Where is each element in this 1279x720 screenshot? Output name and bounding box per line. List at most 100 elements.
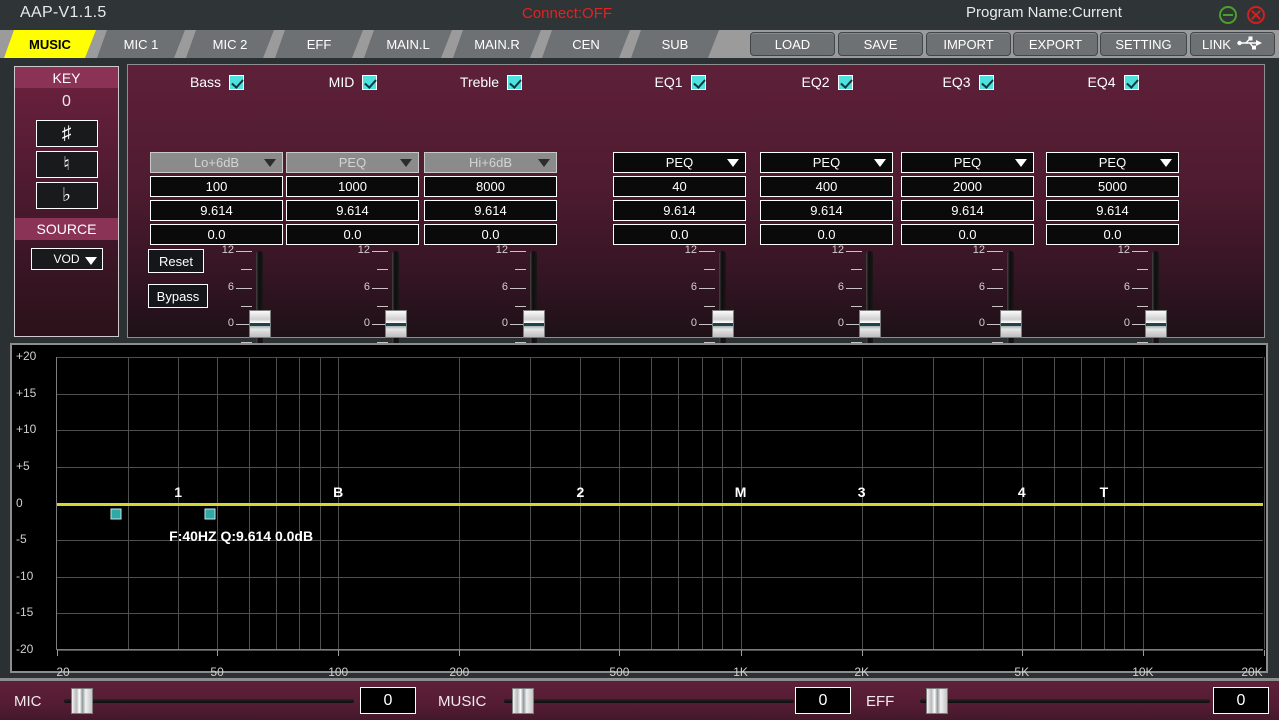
title-bar: AAP-V1.1.5 Connect:OFF Program Name:Curr… (0, 0, 1279, 30)
tab-eff[interactable]: EFF (275, 30, 363, 58)
scale-tick (372, 288, 388, 289)
chevron-down-icon (400, 159, 412, 167)
import-button[interactable]: IMPORT (926, 32, 1011, 56)
scale-label: 12 (959, 244, 985, 256)
close-icon[interactable] (1247, 6, 1265, 24)
band-marker-b[interactable]: B (333, 484, 343, 500)
key-flat-button[interactable]: ♭ (36, 182, 98, 209)
music-value[interactable]: 0 (795, 687, 851, 714)
band-marker-3[interactable]: 3 (858, 484, 866, 500)
load-button[interactable]: LOAD (750, 32, 835, 56)
tab-main-l[interactable]: MAIN.L (364, 30, 452, 58)
setting-button[interactable]: SETTING (1100, 32, 1187, 56)
app-title: AAP-V1.1.5 (20, 4, 107, 22)
slider-thumb[interactable] (523, 310, 545, 338)
band-freq-input[interactable]: 1000 (286, 176, 419, 197)
band-type-select[interactable]: PEQ (286, 152, 419, 173)
band-marker-m[interactable]: M (735, 484, 747, 500)
slider-thumb[interactable] (859, 310, 881, 338)
scale-tick (377, 269, 388, 270)
slider-thumb[interactable] (712, 310, 734, 338)
band-type-select[interactable]: PEQ (760, 152, 893, 173)
eff-slider-label: EFF (866, 693, 894, 710)
tab-cen[interactable]: CEN (542, 30, 630, 58)
bottom-control-bar: MIC0MUSIC0EFF0 (0, 678, 1279, 720)
band-q-input[interactable]: 9.614 (150, 200, 283, 221)
x-axis-tick-label: 10K (1132, 665, 1153, 679)
link-button[interactable]: LINK (1190, 32, 1275, 56)
band-freq-input[interactable]: 5000 (1046, 176, 1179, 197)
band-enable-checkbox[interactable] (229, 75, 244, 90)
band-type-select[interactable]: Lo+6dB (150, 152, 283, 173)
band-q-input[interactable]: 9.614 (1046, 200, 1179, 221)
band-type-select[interactable]: Hi+6dB (424, 152, 557, 173)
band-gain-input[interactable]: 0.0 (150, 224, 283, 245)
export-button[interactable]: EXPORT (1013, 32, 1098, 56)
band-gain-input[interactable]: 0.0 (760, 224, 893, 245)
scale-label: 0 (818, 317, 844, 329)
scale-tick (846, 288, 862, 289)
band-marker-4[interactable]: 4 (1018, 484, 1026, 500)
band-gain-input[interactable]: 0.0 (613, 224, 746, 245)
band-enable-checkbox[interactable] (1124, 75, 1139, 90)
tab-mic-1[interactable]: MIC 1 (97, 30, 185, 58)
band-type-select[interactable]: PEQ (1046, 152, 1179, 173)
band-enable-checkbox[interactable] (362, 75, 377, 90)
band-gain-input[interactable]: 0.0 (286, 224, 419, 245)
slider-thumb[interactable] (1145, 310, 1167, 338)
mic-value[interactable]: 0 (360, 687, 416, 714)
band-enable-checkbox[interactable] (979, 75, 994, 90)
x-axis-tick (57, 650, 58, 656)
band-type-select[interactable]: PEQ (901, 152, 1034, 173)
band-marker-t[interactable]: T (1100, 484, 1109, 500)
band-q-input[interactable]: 9.614 (286, 200, 419, 221)
eff-value[interactable]: 0 (1213, 687, 1269, 714)
band-enable-checkbox[interactable] (691, 75, 706, 90)
band-freq-input[interactable]: 100 (150, 176, 283, 197)
tab-sub[interactable]: SUB (631, 30, 719, 58)
eff-slider-track[interactable] (920, 699, 1210, 703)
scale-tick (1132, 288, 1148, 289)
band-freq-input[interactable]: 40 (613, 176, 746, 197)
band-q-input[interactable]: 9.614 (613, 200, 746, 221)
x-axis-tick-label: 50 (210, 665, 223, 679)
band-freq-input[interactable]: 2000 (901, 176, 1034, 197)
tab-main-r[interactable]: MAIN.R (453, 30, 541, 58)
band-gain-input[interactable]: 0.0 (424, 224, 557, 245)
band-q-input[interactable]: 9.614 (760, 200, 893, 221)
band-freq-input[interactable]: 400 (760, 176, 893, 197)
band-q-input[interactable]: 9.614 (901, 200, 1034, 221)
grid-line-horizontal (57, 394, 1263, 395)
band-marker-1[interactable]: 1 (174, 484, 182, 500)
scale-tick (851, 306, 862, 307)
band-q-input[interactable]: 9.614 (424, 200, 557, 221)
key-natural-button[interactable]: ♮ (36, 151, 98, 178)
band-enable-checkbox[interactable] (838, 75, 853, 90)
save-button[interactable]: SAVE (838, 32, 923, 56)
music-slider-thumb[interactable] (512, 688, 534, 714)
slider-thumb[interactable] (1000, 310, 1022, 338)
band-handle[interactable] (204, 508, 215, 519)
source-select[interactable]: VOD (31, 248, 103, 270)
scale-label: 6 (482, 281, 508, 293)
connect-status: Connect:OFF (522, 5, 612, 22)
band-gain-input[interactable]: 0.0 (901, 224, 1034, 245)
tab-music[interactable]: MUSIC (4, 30, 96, 58)
music-slider-track[interactable] (504, 699, 794, 703)
x-axis-tick (741, 650, 742, 656)
band-freq-input[interactable]: 8000 (424, 176, 557, 197)
band-gain-input[interactable]: 0.0 (1046, 224, 1179, 245)
key-sharp-button[interactable]: ♯ (36, 120, 98, 147)
slider-thumb[interactable] (249, 310, 271, 338)
minimize-icon[interactable] (1219, 6, 1237, 24)
mic-slider-thumb[interactable] (71, 688, 93, 714)
tab-mic-2[interactable]: MIC 2 (186, 30, 274, 58)
slider-thumb[interactable] (385, 310, 407, 338)
eff-slider-thumb[interactable] (926, 688, 948, 714)
plot-area[interactable]: 1B2M34T F:40HZ Q:9.614 0.0dB 20501002005… (56, 357, 1263, 650)
band-enable-checkbox[interactable] (507, 75, 522, 90)
band-handle[interactable] (110, 508, 121, 519)
band-marker-2[interactable]: 2 (577, 484, 585, 500)
mic-slider-track[interactable] (64, 699, 354, 703)
band-type-select[interactable]: PEQ (613, 152, 746, 173)
